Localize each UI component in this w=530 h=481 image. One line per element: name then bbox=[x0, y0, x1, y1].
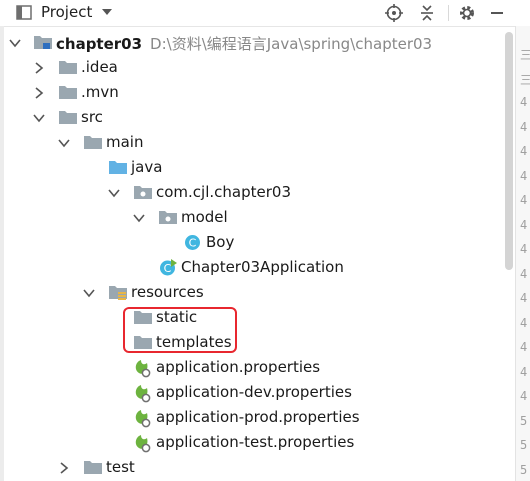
gutter-mark: 4 bbox=[520, 95, 528, 109]
gear-icon[interactable] bbox=[458, 4, 476, 22]
gutter-mark: 4 bbox=[520, 144, 528, 158]
tree-label-prod-properties: application-prod.properties bbox=[156, 408, 360, 426]
tree-node-mvn[interactable]: .mvn bbox=[0, 80, 505, 105]
tree-node-model[interactable]: model bbox=[0, 205, 505, 230]
tree-label-model: model bbox=[181, 208, 228, 226]
gutter-mark: 4 bbox=[520, 242, 528, 256]
tree-label-resources: resources bbox=[131, 283, 204, 301]
gutter-mark: 4 bbox=[520, 340, 528, 354]
gutter-mark: 5 bbox=[520, 413, 528, 428]
tree-label-idea: .idea bbox=[81, 58, 118, 76]
expanded-arrow-icon[interactable] bbox=[108, 187, 120, 199]
tree-node-application-dev-properties[interactable]: application-dev.properties bbox=[0, 380, 505, 405]
spring-properties-icon bbox=[135, 435, 151, 453]
gutter-mark: 三 bbox=[520, 48, 530, 62]
red-highlight-box bbox=[123, 307, 237, 353]
tree-node-application-class[interactable]: C Chapter03Application bbox=[0, 255, 505, 280]
gutter-mark: 4 bbox=[520, 119, 528, 134]
gutter-mark: 三 bbox=[520, 72, 530, 87]
folder-icon bbox=[84, 136, 102, 149]
gutter-mark: 4 bbox=[520, 168, 528, 183]
tree-node-test[interactable]: test bbox=[0, 455, 505, 480]
tree-label-test-properties: application-test.properties bbox=[156, 433, 355, 451]
module-folder-icon bbox=[34, 36, 52, 49]
spring-properties-icon bbox=[135, 385, 151, 403]
gutter-mark: 4 bbox=[520, 315, 528, 330]
svg-text:C: C bbox=[164, 262, 172, 275]
folder-icon bbox=[59, 86, 77, 99]
expanded-arrow-icon[interactable] bbox=[83, 287, 95, 299]
project-path: D:\资料\编程语言Java\spring\chapter03 bbox=[150, 35, 433, 53]
expanded-arrow-icon[interactable] bbox=[133, 212, 145, 224]
tree-node-main[interactable]: main bbox=[0, 130, 505, 155]
spring-boot-class-icon: C bbox=[160, 259, 177, 276]
resources-folder-icon bbox=[109, 286, 127, 300]
tree-label-package: com.cjl.chapter03 bbox=[156, 183, 291, 201]
collapse-all-icon[interactable] bbox=[418, 4, 436, 22]
gutter-mark: 4 bbox=[520, 217, 528, 232]
tree-node-chapter03[interactable]: chapter03 D:\资料\编程语言Java\spring\chapter03 bbox=[0, 30, 505, 55]
source-folder-icon bbox=[109, 161, 127, 174]
gutter-mark: 4 bbox=[520, 291, 528, 305]
project-toolbar: Project bbox=[0, 0, 530, 27]
tree-label-java: java bbox=[131, 158, 163, 176]
toolbar-separator bbox=[448, 5, 449, 21]
tree-label-dev-properties: application-dev.properties bbox=[156, 383, 352, 401]
tree-node-application-prod-properties[interactable]: application-prod.properties bbox=[0, 405, 505, 430]
tree-node-templates[interactable]: templates bbox=[0, 330, 505, 355]
tree-node-application-properties[interactable]: application.properties bbox=[0, 355, 505, 380]
gutter-mark: 5 bbox=[520, 462, 528, 477]
locate-target-icon[interactable] bbox=[385, 4, 403, 22]
gutter-mark: 4 bbox=[520, 389, 528, 403]
folder-icon bbox=[84, 461, 102, 474]
expanded-arrow-icon[interactable] bbox=[9, 37, 21, 49]
tree-node-package[interactable]: com.cjl.chapter03 bbox=[0, 180, 505, 205]
gutter-mark: 4 bbox=[520, 364, 528, 379]
tree-label-main: main bbox=[106, 133, 144, 151]
tree-label-mvn: .mvn bbox=[81, 83, 119, 101]
tree-node-src[interactable]: src bbox=[0, 105, 505, 130]
gutter-mark: 4 bbox=[520, 193, 528, 207]
java-class-icon: C bbox=[185, 235, 200, 250]
expanded-arrow-icon[interactable] bbox=[58, 137, 70, 149]
package-icon bbox=[159, 211, 177, 224]
tree-node-resources[interactable]: resources bbox=[0, 280, 505, 305]
tree-label-properties: application.properties bbox=[156, 358, 321, 376]
gutter-mark: 4 bbox=[520, 266, 528, 281]
tree-node-idea[interactable]: .idea bbox=[0, 55, 505, 80]
tree-label-boy: Boy bbox=[206, 233, 235, 251]
folder-icon bbox=[59, 111, 77, 124]
tree-label-application-class: Chapter03Application bbox=[181, 258, 344, 276]
tree-label-chapter03: chapter03 D:\资料\编程语言Java\spring\chapter03 bbox=[56, 35, 433, 53]
spring-properties-icon bbox=[135, 360, 151, 378]
tree-node-application-test-properties[interactable]: application-test.properties bbox=[0, 430, 505, 455]
project-window-icon[interactable] bbox=[16, 5, 32, 21]
expanded-arrow-icon[interactable] bbox=[33, 112, 45, 124]
project-view-title[interactable]: Project bbox=[41, 3, 92, 21]
tree-node-static[interactable]: static bbox=[0, 305, 505, 330]
collapsed-arrow-icon[interactable] bbox=[33, 87, 45, 99]
package-icon bbox=[134, 186, 152, 199]
collapsed-arrow-icon[interactable] bbox=[58, 462, 70, 474]
chevron-down-icon[interactable] bbox=[101, 6, 113, 18]
tree-node-java[interactable]: java bbox=[0, 155, 505, 180]
folder-icon bbox=[59, 61, 77, 74]
gutter-mark: 5 bbox=[520, 438, 528, 452]
scrollbar-thumb[interactable] bbox=[505, 32, 513, 270]
tree-node-boy[interactable]: C Boy bbox=[0, 230, 505, 255]
tree-label-test: test bbox=[106, 458, 135, 476]
collapsed-arrow-icon[interactable] bbox=[33, 62, 45, 74]
tree-label-src: src bbox=[81, 108, 103, 126]
svg-text:C: C bbox=[189, 237, 197, 250]
spring-properties-icon bbox=[135, 410, 151, 428]
minimize-icon[interactable] bbox=[488, 4, 506, 22]
